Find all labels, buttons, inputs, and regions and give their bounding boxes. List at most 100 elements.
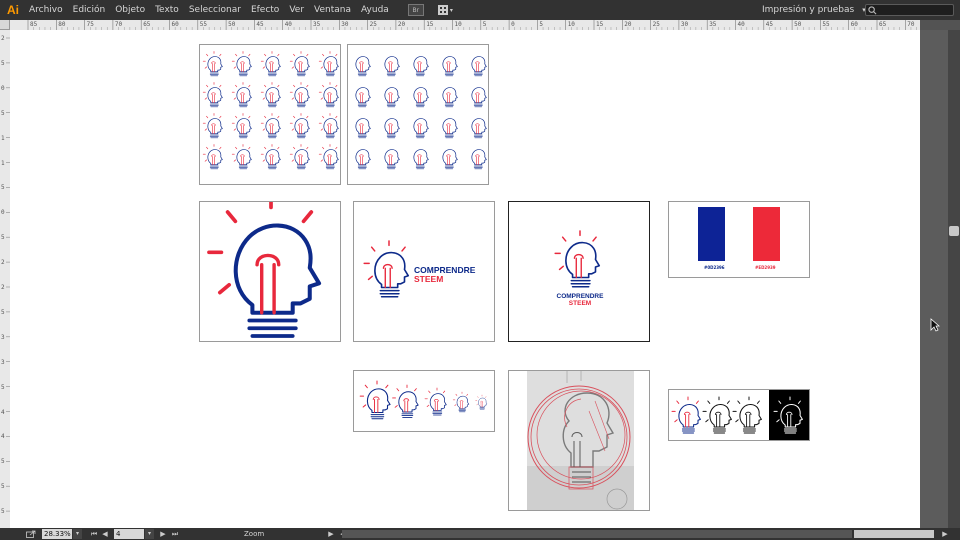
horizontal-ruler[interactable]: 85 80 75 70 65 60 55 50 45 40 35 30 25 20 15 10 5 0 5 10 15 2… (10, 20, 920, 30)
last-artboard-button[interactable]: ⏭ (170, 529, 180, 539)
artboard-dropdown-icon[interactable]: ▾ (145, 529, 154, 539)
chevron-down-icon: ▾ (449, 6, 453, 14)
next-artboard-button[interactable]: ▶ (158, 529, 168, 539)
bulb-icon (260, 51, 281, 77)
menu-archivo[interactable]: Archivo (24, 0, 68, 20)
menu-ver[interactable]: Ver (284, 0, 309, 20)
bulb-head-logo (554, 230, 601, 288)
bulb-icon (318, 51, 339, 77)
artboard-mono-variants[interactable] (668, 389, 810, 441)
current-tool-label: Zoom (244, 530, 265, 538)
first-artboard-button[interactable]: ⏮ (89, 529, 99, 539)
ruler-tick-label: 5 (1, 308, 5, 316)
ruler-tick-label: 5 (1, 483, 5, 491)
zoom-dropdown-icon[interactable]: ▾ (73, 529, 82, 539)
vertical-ruler[interactable]: 2 5 0 5 1 1 5 0 5 2 2 5 3 3 5 4 4 5 5 5 (0, 30, 10, 528)
previous-artboard-button[interactable]: ◀ (100, 529, 110, 539)
bulb-mono-set (671, 396, 803, 434)
ruler-tick-label: 45 (765, 21, 774, 28)
bulb-icon (231, 113, 252, 139)
ruler-tick-label: 20 (624, 21, 632, 28)
workspace-label: Impresión y pruebas (762, 5, 855, 15)
zoom-level-field[interactable]: 28.33% (42, 529, 72, 539)
ruler-tick-label: 1 (1, 134, 5, 142)
bulb-icon (318, 113, 339, 139)
bulb-icon (231, 144, 252, 170)
bulb-size-variants (359, 380, 488, 420)
swatch-blue (698, 207, 726, 261)
illustrator-window: Ai Archivo Edición Objeto Texto Seleccio… (0, 0, 960, 540)
menu-objeto[interactable]: Objeto (110, 0, 150, 20)
share-icon[interactable] (26, 530, 36, 538)
ruler-tick-label: 55 (822, 21, 830, 28)
menu-edicion[interactable]: Edición (68, 0, 111, 20)
ruler-tick-label: 2 (1, 35, 5, 42)
ruler-tick-label: 15 (596, 21, 604, 28)
ruler-tick-label: 5 (1, 59, 5, 67)
bulb-icon (442, 56, 458, 77)
menu-bar: Ai Archivo Edición Objeto Texto Seleccio… (0, 0, 960, 20)
artboard-logo-horizontal[interactable]: COMPRENDRE STEEM (353, 201, 495, 342)
ruler-tick-label: 4 (1, 408, 5, 416)
artboard-size-scale[interactable] (353, 370, 495, 432)
ruler-tick-label: 70 (114, 21, 123, 28)
menu-seleccionar[interactable]: Seleccionar (184, 0, 246, 20)
search-box[interactable] (865, 4, 954, 16)
vertical-scroll-thumb[interactable] (949, 226, 959, 236)
wordmark-line2: STEEM (414, 274, 444, 284)
ruler-tick-label: 1 (1, 159, 5, 167)
ruler-tick-label: 60 (171, 21, 179, 28)
ruler-tick-label: 2 (1, 259, 5, 267)
status-bar: 28.33% ▾ ⏮ ◀ 4 ▾ ▶ ⏭ Zoom ▶ ◀ ▶ (0, 528, 960, 540)
bulb-icon (231, 82, 252, 108)
bulb-icon (202, 113, 223, 139)
ruler-tick-label: 80 (58, 21, 66, 28)
status-menu-arrow[interactable]: ▶ (326, 529, 336, 539)
horizontal-scrollbar[interactable] (342, 530, 852, 538)
bulb-icon (318, 82, 339, 108)
grid-icon (437, 5, 448, 15)
search-input[interactable] (877, 5, 947, 15)
ruler-tick-label: 40 (737, 21, 745, 28)
wordmark-line1: COMPRENDRE (556, 293, 604, 300)
vertical-scrollbar[interactable] (948, 30, 960, 528)
bulb-icon (355, 87, 371, 108)
ruler-tick-label: 30 (341, 21, 349, 28)
artboard-number-field[interactable]: 4 (114, 529, 144, 539)
menu-ayuda[interactable]: Ayuda (356, 0, 394, 20)
artboard-icon-grid-1[interactable] (199, 44, 341, 185)
scroll-right-button[interactable]: ▶ (940, 529, 950, 539)
ruler-tick-label: 3 (1, 333, 5, 341)
artboard-icon-grid-2[interactable] (347, 44, 489, 185)
ruler-tick-label: 75 (86, 21, 94, 28)
menu-texto[interactable]: Texto (150, 0, 184, 20)
bulb-pattern-plain (355, 56, 487, 170)
flag-swatch (698, 207, 780, 261)
ruler-tick-label: 45 (256, 21, 264, 28)
bulb-icon (471, 56, 487, 77)
bridge-button[interactable]: Br (407, 4, 424, 16)
bulb-icon (260, 144, 281, 170)
ruler-tick-label: 50 (228, 21, 236, 28)
artboard-color-palette[interactable]: #0D2396 #ED2939 (668, 201, 810, 278)
workspace-switcher[interactable]: Impresión y pruebas ▾ (762, 0, 866, 20)
menu-ventana[interactable]: Ventana (309, 0, 356, 20)
bulb-icon (384, 118, 400, 139)
menu-efecto[interactable]: Efecto (246, 0, 284, 20)
artboard-logo-stacked[interactable]: COMPRENDRE STEEM (508, 201, 650, 342)
bulb-icon (231, 51, 252, 77)
red-hex-label: #ED2939 (755, 265, 776, 270)
mouse-cursor-icon (930, 318, 940, 332)
horizontal-scroll-thumb[interactable] (854, 530, 934, 538)
ruler-tick-label: 20 (397, 21, 406, 28)
document-canvas[interactable]: COMPRENDRE STEEM COMPRENDRE STEEM #0D239… (10, 30, 920, 528)
arrange-documents-button[interactable]: ▾ (437, 4, 460, 16)
ruler-origin[interactable] (0, 20, 10, 30)
ruler-tick-label: 25 (369, 21, 377, 28)
artboard-sketch[interactable] (508, 370, 650, 511)
bulb-icon (355, 149, 371, 170)
ruler-tick-label: 4 (1, 433, 5, 441)
bulb-icon (471, 87, 487, 108)
artboard-logo-large[interactable] (199, 201, 341, 342)
ruler-tick-label: 60 (850, 21, 858, 28)
